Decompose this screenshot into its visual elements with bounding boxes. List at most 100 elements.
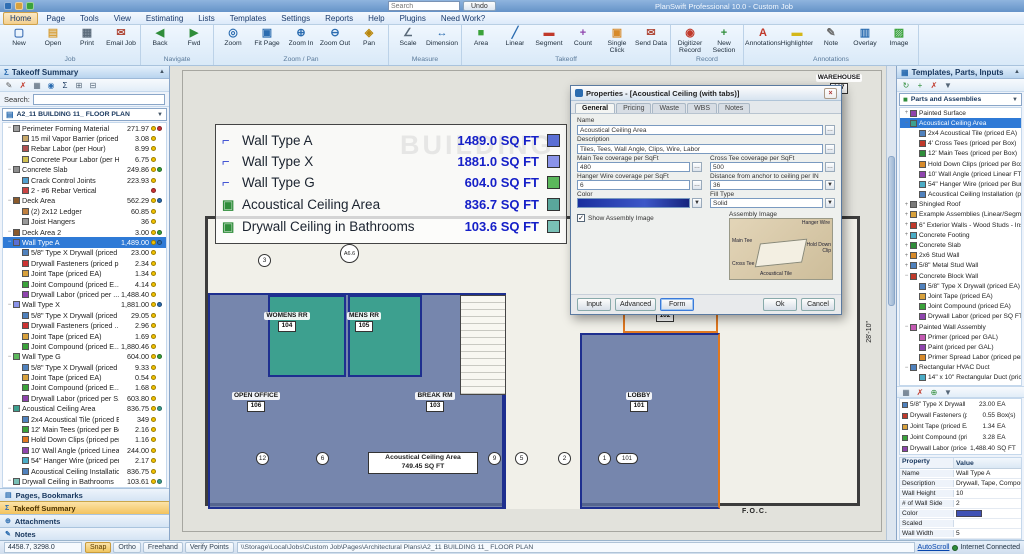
menu-tab[interactable]: Estimating [139,12,190,25]
drawing-toggle[interactable]: Ortho [113,542,141,553]
takeoff-legend[interactable]: ⌐ Wall Type A 1489.0 SQ FT ⌐ Wall Type X… [215,124,567,244]
takeoff-tree-item[interactable]: Crack Control Joints 223.93 [3,175,166,185]
template-tree-item[interactable]: 14" x 10" Rectangular Duct (priced p... [900,373,1021,383]
template-tree-item[interactable]: − Painted Wall Assembly [900,322,1021,332]
ribbon-button[interactable]: ◎ Zoom [216,26,250,55]
property-column-header[interactable]: Property [900,458,954,468]
takeoff-tree-item[interactable]: Joint Compound (priced E... 1.68 [3,383,166,393]
toolbar-icon[interactable]: ⊕ [928,387,940,398]
menu-tab[interactable]: Plugins [393,12,433,25]
color-dropdown-caret[interactable]: ▼ [692,198,702,208]
ribbon-button[interactable]: ▨ Image [882,26,916,55]
drawing-toggle[interactable]: Freehand [142,542,183,553]
tree-expander-icon[interactable]: − [6,302,13,308]
tree-expander-icon[interactable]: + [903,243,910,249]
toolbar-icon[interactable]: ⊟ [87,80,99,91]
tree-expander-icon[interactable]: − [6,167,13,173]
ribbon-button[interactable]: + New Section [707,26,741,55]
menu-tab[interactable]: Page [39,12,72,25]
takeoff-tree-item[interactable]: 5/8" Type X Drywall (priced EA) 9.33 [3,362,166,372]
takeoff-tree-item[interactable]: Rebar Labor (per Hour) 8.99 [3,144,166,154]
undo-button[interactable]: Undo [463,1,496,11]
takeoff-summary-header[interactable]: Σ Takeoff Summary ▲ [0,66,169,79]
chevron-down-icon[interactable]: ▼ [157,112,163,118]
template-tree-item[interactable]: Joint Compound (priced EA) [900,302,1021,312]
takeoff-tree-item[interactable]: (2) 2x12 Ledger 60.85 [3,206,166,216]
ribbon-button[interactable]: ▣ Fit Page [250,26,284,55]
template-tree-item[interactable]: 54" Hanger Wire (priced per Bundle) [900,179,1021,189]
template-tree-item[interactable]: + 5/8" Metal Stud Wall [900,261,1021,271]
toolbar-icon[interactable]: ⊞ [73,80,85,91]
toolbar-icon[interactable]: ▦ [31,80,43,91]
ribbon-button[interactable]: ◈ Pan [352,26,386,55]
anchor-distance-dropdown[interactable]: ▼ [825,180,835,190]
takeoff-tree-item[interactable]: − Wall Type X 1,881.00 [3,300,166,310]
autoscroll-link[interactable]: AutoScroll [918,544,950,551]
legend-item[interactable]: ⌐ Wall Type A 1489.0 SQ FT [222,133,560,148]
toolbar-icon[interactable]: ▼ [942,80,954,91]
ribbon-button[interactable]: ∠ Scale [391,26,425,55]
template-tree-item[interactable]: − Acoustical Ceiling Area [900,118,1021,129]
canvas-vertical-scrollbar[interactable] [886,66,896,540]
template-tree-item[interactable]: Hold Down Clips (priced per Box) [900,159,1021,169]
ribbon-button[interactable]: ▬ Highlighter [780,26,814,55]
anchor-distance-input[interactable]: 36 [710,180,823,190]
tree-expander-icon[interactable]: − [6,125,13,131]
template-tree-item[interactable]: 12' Main Tees (priced per Box) [900,149,1021,159]
takeoff-tree-item[interactable]: − Deck Area 562.29 [3,196,166,206]
template-tree-item[interactable]: + Concrete Slab [900,240,1021,250]
cross-tee-input[interactable]: 500 [710,162,823,172]
main-tee-input[interactable]: 480 [577,162,690,172]
takeoff-tree-item[interactable]: 54" Hanger Wire (priced per B... 2.17 [3,456,166,466]
ribbon-button[interactable]: ◀ Back [143,26,177,55]
tree-expander-icon[interactable]: + [903,212,910,218]
property-grid-row[interactable]: Wall Height 10 [900,489,1021,499]
template-tree-item[interactable]: − Rectangular HVAC Duct [900,363,1021,373]
template-tree-item[interactable]: Primer (priced per GAL) [900,332,1021,342]
part-row[interactable]: Joint Tape (priced EA) 1.34 EA [900,421,1021,432]
ribbon-button[interactable]: ╱ Linear [498,26,532,55]
description-more-button[interactable]: … [825,144,835,154]
scrollbar-thumb[interactable] [888,156,895,306]
lobby-takeoff-region[interactable] [580,333,720,509]
takeoff-tree-item[interactable]: − Concrete Slab 249.86 [3,165,166,175]
template-tree-item[interactable]: + Example Assemblies (Linear/Segment Tak… [900,210,1021,220]
tree-expander-icon[interactable]: − [6,406,13,412]
panel-tab[interactable]: ▤ Pages, Bookmarks [0,488,169,501]
tree-expander-icon[interactable]: − [903,365,910,371]
takeoff-tree-item[interactable]: 15 mil Vapor Barrier (priced per ... 3.0… [3,133,166,143]
name-input[interactable]: Acoustical Ceiling Area [577,125,823,135]
quick-access-open-icon[interactable] [15,2,23,10]
takeoff-tree-item[interactable]: 2 - #6 Rebar Vertical [3,185,166,195]
tree-expander-icon[interactable]: − [6,229,13,235]
dialog-title-bar[interactable]: Properties - [Acoustical Ceiling (with t… [571,86,841,101]
parts-assemblies-selector[interactable]: ■ Parts and Assemblies ▼ [899,93,1022,106]
takeoff-tree-item[interactable]: − Wall Type G 604.00 [3,352,166,362]
dialog-tab[interactable]: Waste [652,103,687,113]
template-tree-item[interactable]: Primer Spread Labor (priced per Hour)... [900,353,1021,363]
template-tree-item[interactable]: 4' Cross Tees (priced per Box) [900,139,1021,149]
fill-type-caret[interactable]: ▼ [825,198,835,208]
template-tree-item[interactable]: Joint Tape (priced EA) [900,291,1021,301]
ceiling-area-annotation[interactable]: Acoustical Ceiling Area 749.45 SQ FT [368,452,478,474]
template-tree-item[interactable]: + 2x6 Stud Wall [900,251,1021,261]
panel-tab[interactable]: ✎ Notes [0,527,169,540]
template-tree-item[interactable]: Acoustical Ceiling Installation (priced.… [900,190,1021,200]
toolbar-icon[interactable]: ✗ [914,387,926,398]
drawing-toggle[interactable]: Verify Points [184,542,234,553]
ribbon-button[interactable]: ▦ Print [70,26,104,55]
toolbar-icon[interactable]: ✗ [17,80,29,91]
main-tee-more-button[interactable]: … [692,162,702,172]
toolbar-icon[interactable]: ◉ [45,80,57,91]
tree-expander-icon[interactable]: − [6,478,13,484]
ribbon-button[interactable]: ✉ Email Job [104,26,138,55]
menu-tab[interactable]: View [107,12,138,25]
templates-panel-header[interactable]: ▦ Templates, Parts, Inputs ▲ [897,66,1024,79]
property-grid-row[interactable]: # of Wall Side 2 [900,499,1021,509]
mens-rr-ceiling-region[interactable] [348,295,422,377]
dialog-tab[interactable]: General [575,103,616,113]
part-row[interactable]: Drywall Labor (priced per SQ FT) 1,488.4… [900,443,1021,454]
close-icon[interactable]: × [824,87,837,99]
template-tree-item[interactable]: 2x4 Acoustical Tile (priced EA) [900,128,1021,138]
page-selector[interactable]: ▤ A2_11 BUILDING 11_ FLOOR PLAN ▼ [2,108,167,121]
